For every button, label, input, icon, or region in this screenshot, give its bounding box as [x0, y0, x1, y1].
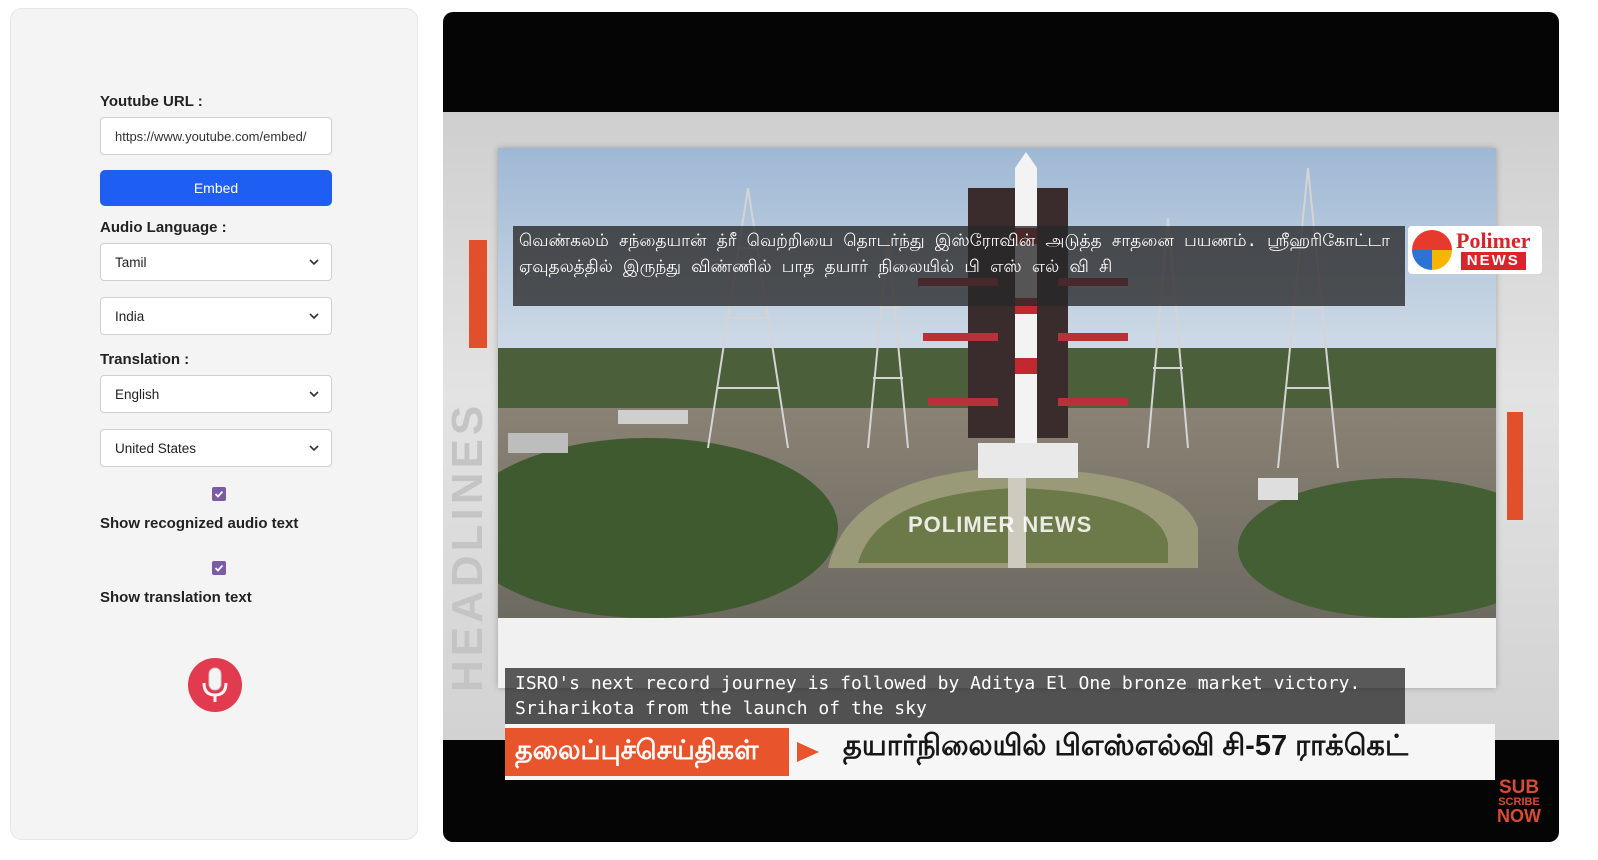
ticker-headline: தயார்நிலையில் பிஎஸ்எல்வி சி-57 ராக்கெட் — [843, 730, 1409, 762]
youtube-url-field[interactable] — [100, 117, 332, 155]
video-player[interactable]: HEADLINES POLIMER NEWS வெண்கலம் சந்தையான… — [443, 12, 1559, 842]
show-audio-text-label: Show recognized audio text — [100, 515, 299, 532]
translation-caption: ISRO's next record journey is followed b… — [505, 668, 1405, 724]
chevron-down-icon — [309, 313, 319, 320]
audio-language-label: Audio Language : — [100, 219, 227, 236]
embed-button[interactable]: Embed — [100, 170, 332, 206]
red-side-tab — [469, 240, 487, 348]
translation-label: Translation : — [100, 351, 190, 368]
translation-region-value: United States — [115, 440, 197, 456]
audio-region-select[interactable]: India — [100, 297, 332, 335]
polimer-news-logo: Polimer NEWS — [1408, 226, 1542, 274]
checkmark-icon — [214, 564, 224, 572]
chevron-down-icon — [309, 391, 319, 398]
rocket-launch-scene — [498, 148, 1496, 618]
red-side-tab-right — [1507, 412, 1523, 520]
play-arrow-icon — [797, 742, 819, 762]
audio-language-value: Tamil — [115, 254, 147, 270]
youtube-url-label: Youtube URL : — [100, 93, 203, 110]
ticker-tag: தலைப்புச்செய்திகள் — [505, 728, 789, 776]
audio-language-select[interactable]: Tamil — [100, 243, 332, 281]
news-ticker: தலைப்புச்செய்திகள் தயார்நிலையில் பிஎஸ்எல… — [505, 724, 1495, 780]
youtube-url-input[interactable] — [115, 128, 319, 144]
subscribe-line-1: SUB — [1498, 777, 1540, 798]
recognized-audio-caption: வெண்கலம் சந்தையான் த்ரீ வெற்றியை தொடர்ந்… — [513, 226, 1405, 306]
microphone-icon — [202, 667, 228, 702]
channel-watermark: POLIMER NEWS — [908, 512, 1093, 537]
checkmark-icon — [214, 490, 224, 498]
video-frame: HEADLINES POLIMER NEWS வெண்கலம் சந்தையான… — [443, 112, 1559, 780]
polimer-logo-icon — [1412, 230, 1452, 270]
chevron-down-icon — [309, 445, 319, 452]
subscribe-line-3: NOW — [1497, 806, 1541, 826]
show-translation-text-label: Show translation text — [100, 589, 252, 606]
translation-language-select[interactable]: English — [100, 375, 332, 413]
show-audio-text-checkbox[interactable] — [212, 487, 226, 501]
chevron-down-icon — [309, 259, 319, 266]
microphone-button[interactable] — [188, 658, 242, 712]
translation-language-value: English — [115, 386, 160, 402]
audio-region-value: India — [115, 308, 145, 324]
subscribe-now-badge[interactable]: SUB SCRIBE NOW — [1493, 776, 1545, 828]
show-translation-text-checkbox[interactable] — [212, 561, 226, 575]
translation-region-select[interactable]: United States — [100, 429, 332, 467]
logo-news: NEWS — [1460, 252, 1526, 270]
logo-name: Polimer — [1456, 228, 1531, 253]
